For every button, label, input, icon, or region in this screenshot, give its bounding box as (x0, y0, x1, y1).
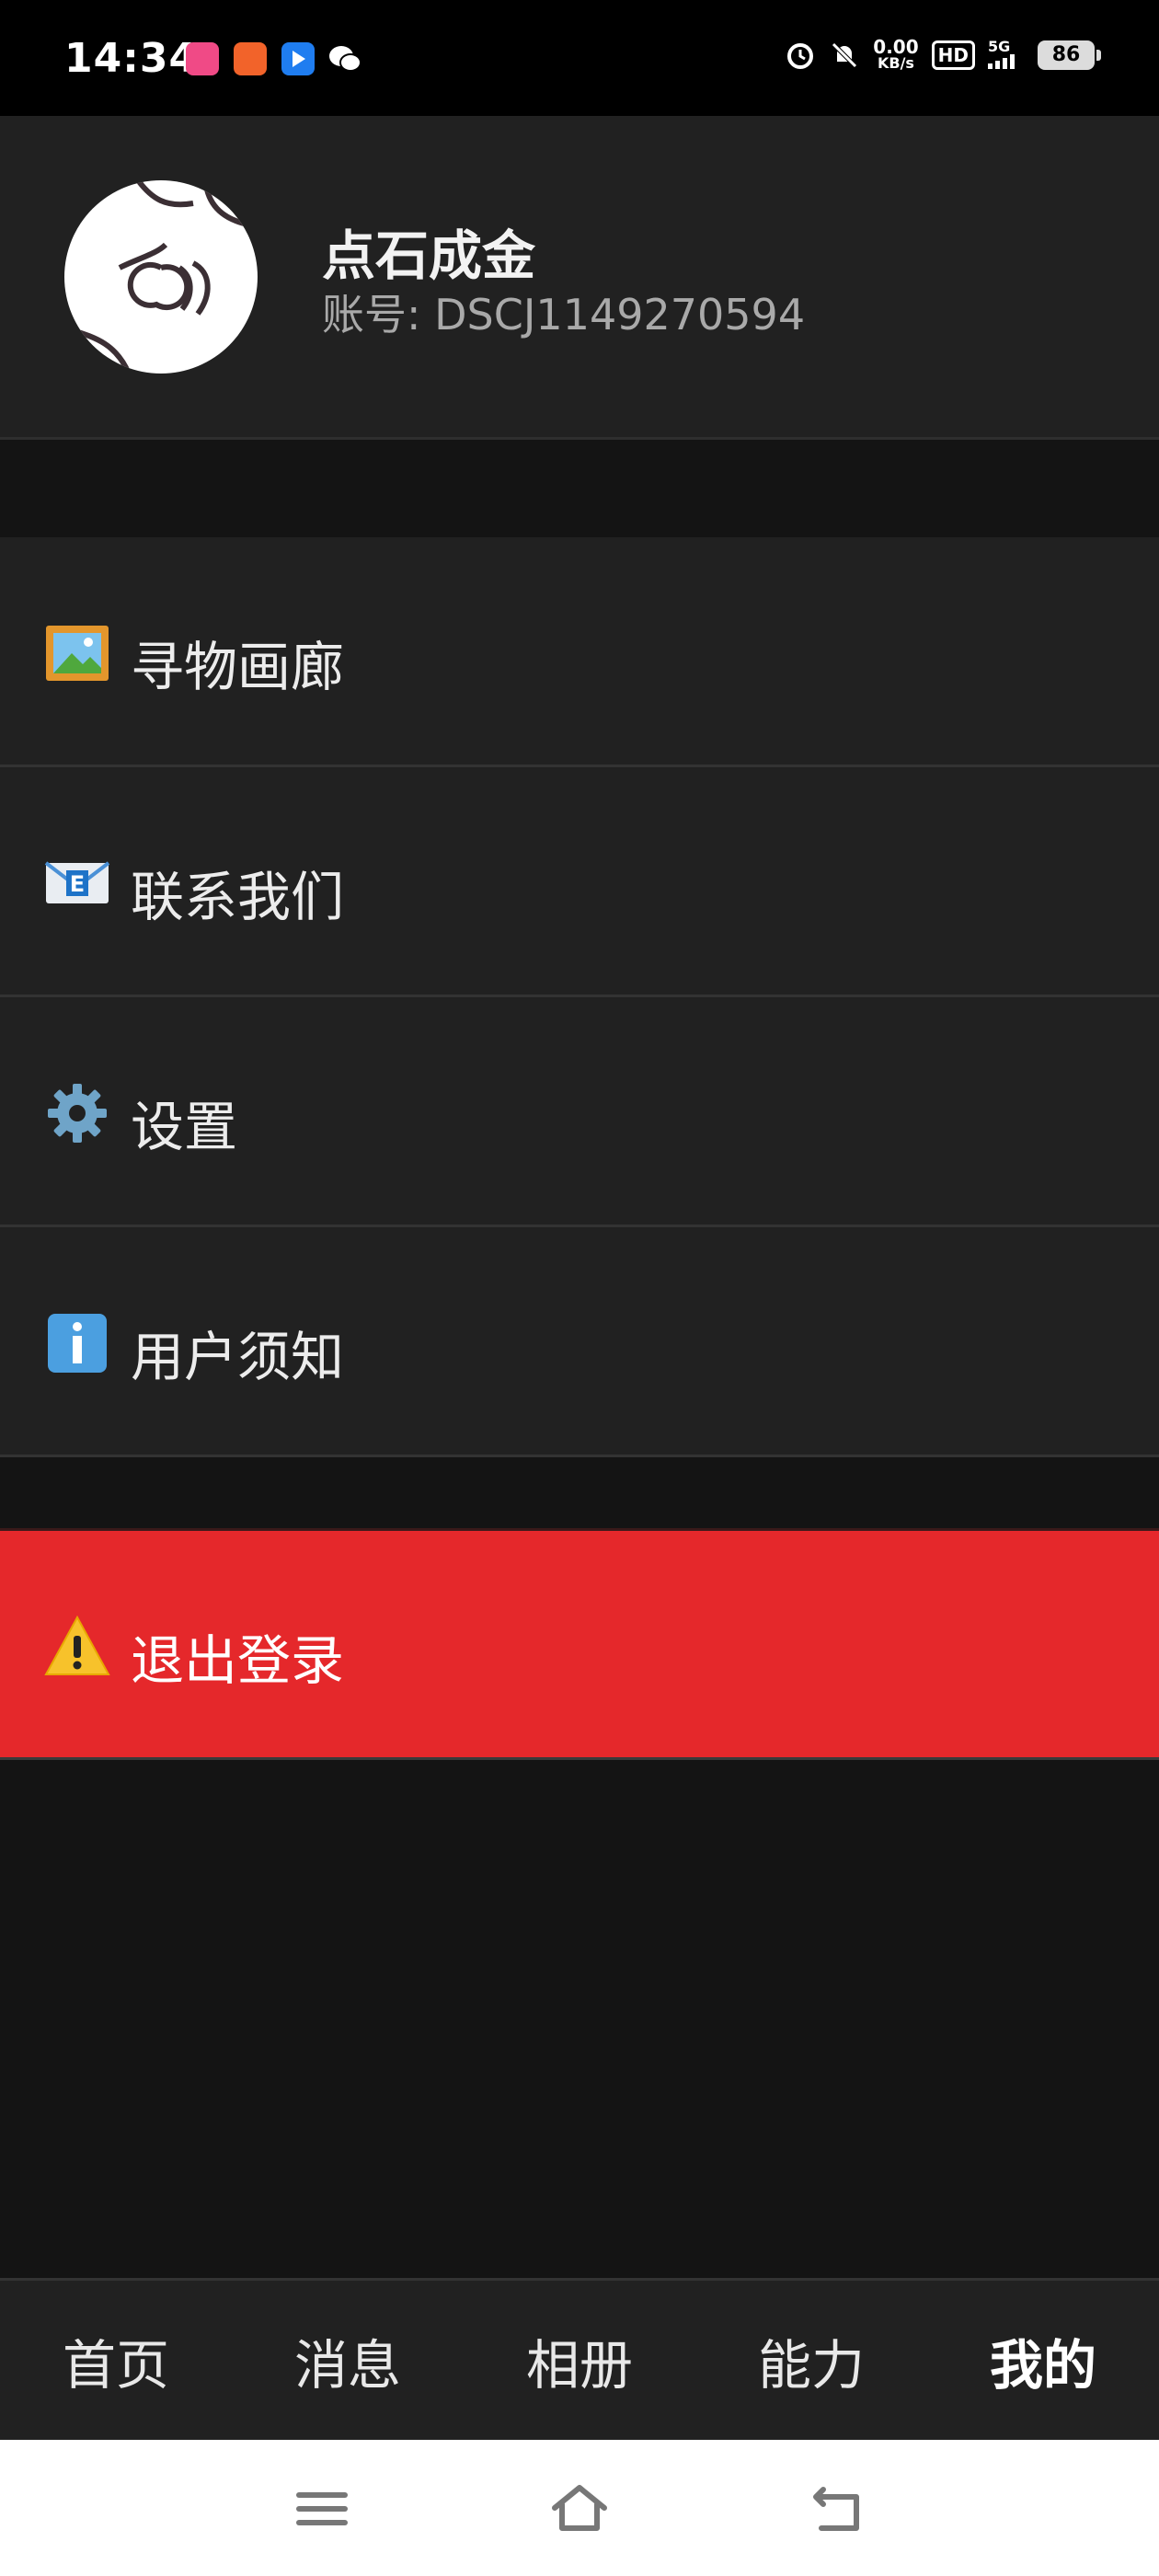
menu-item-label: 寻物画廊 (131, 636, 345, 698)
feishu-icon (281, 42, 315, 75)
account-id: 账号: DSCJ1149270594 (322, 290, 806, 339)
tab-home[interactable]: 首页 (0, 2281, 232, 2440)
signal-bars-icon (988, 53, 1015, 69)
menu-item-label: 设置 (131, 1096, 238, 1158)
net-speed: 0.00 KB/s (873, 36, 919, 72)
back-icon[interactable] (805, 2477, 869, 2541)
username: 点石成金 (322, 224, 536, 287)
alarm-icon (787, 43, 814, 69)
logout-button[interactable]: 退出登录 (0, 1528, 1159, 1760)
profile-header[interactable]: 点石成金 账号: DSCJ1149270594 (0, 116, 1159, 440)
menu-icon[interactable] (290, 2477, 354, 2541)
avatar[interactable] (64, 180, 258, 374)
warning-icon (44, 1615, 110, 1675)
system-nav-bar (0, 2440, 1159, 2576)
status-time: 14:34 (64, 35, 199, 82)
info-icon (48, 1314, 107, 1373)
tab-album[interactable]: 相册 (464, 2281, 695, 2440)
signal-indicator: 5G (988, 39, 1025, 72)
menu-item-contact[interactable]: E 联系我们 (0, 767, 1159, 997)
status-bar: 14:34 0.00 KB/s HD 5G 86 (0, 0, 1159, 116)
tab-abilities[interactable]: 能力 (695, 2281, 927, 2440)
hd-badge: HD (931, 40, 975, 70)
game-icon (234, 42, 267, 75)
menu-item-label: 用户须知 (131, 1326, 345, 1388)
mute-bell-icon (832, 42, 858, 68)
menu-item-user-notice[interactable]: 用户须知 (0, 1227, 1159, 1457)
bottom-nav: 首页 消息 相册 能力 我的 (0, 2278, 1159, 2440)
avatar-drawing-icon (64, 180, 258, 374)
section-gap (0, 440, 1159, 537)
gear-icon (48, 1084, 107, 1143)
wechat-icon (327, 42, 361, 75)
battery-icon: 86 (1038, 40, 1101, 70)
svg-text:E: E (70, 871, 85, 897)
tab-mine[interactable]: 我的 (927, 2281, 1159, 2440)
tab-messages[interactable]: 消息 (232, 2281, 464, 2440)
menu-item-gallery[interactable]: 寻物画廊 (0, 537, 1159, 767)
home-icon[interactable] (547, 2477, 612, 2541)
qiyi-icon (186, 42, 219, 75)
framed-picture-icon (46, 626, 109, 681)
envelope-icon: E (44, 861, 110, 903)
menu-item-settings[interactable]: 设置 (0, 997, 1159, 1227)
menu-item-label: 联系我们 (131, 866, 345, 928)
logout-label: 退出登录 (131, 1629, 345, 1692)
status-indicators: 0.00 KB/s HD 5G 86 (785, 36, 1101, 72)
